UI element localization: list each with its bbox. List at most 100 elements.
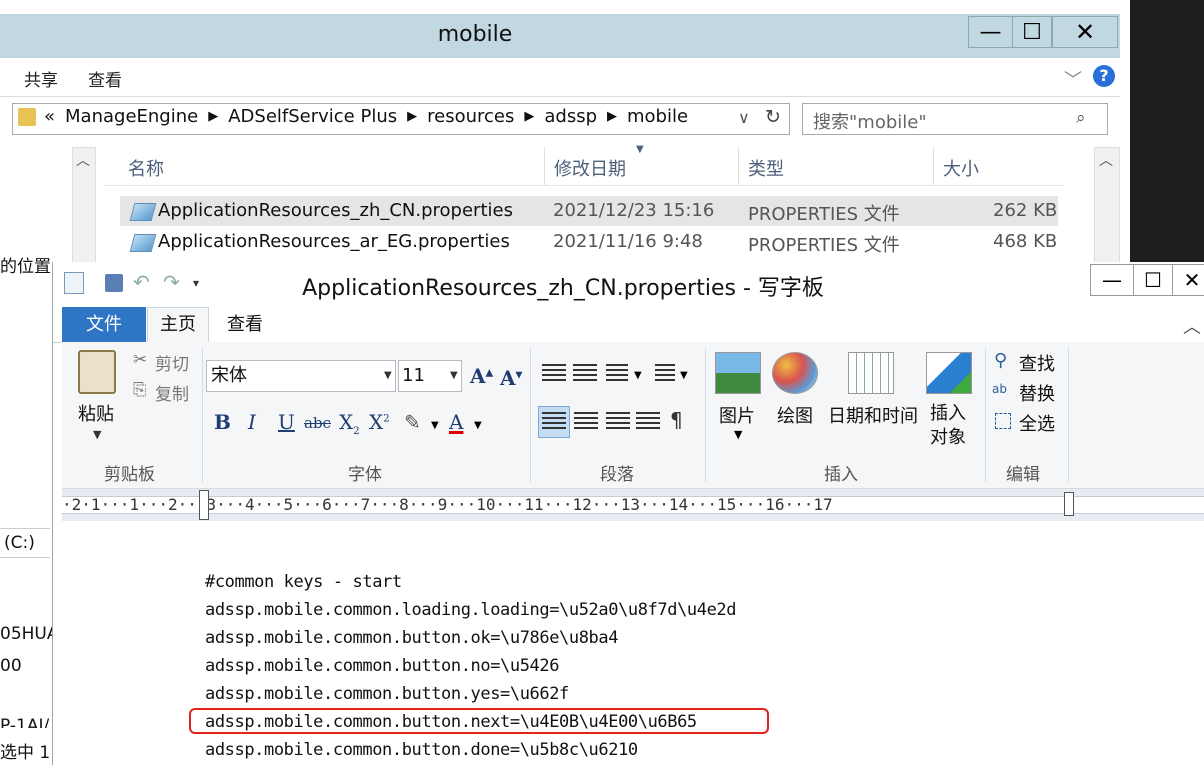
select-all-button[interactable]: 全选: [1019, 410, 1055, 436]
find-button[interactable]: 查找: [1019, 350, 1055, 376]
grow-font-icon[interactable]: A▲: [470, 364, 493, 388]
wordpad-maximize-button[interactable]: ☐: [1133, 264, 1173, 296]
document-line[interactable]: adssp.mobile.common.loading.loading=\u52…: [205, 596, 736, 624]
breadcrumb-item-adssp[interactable]: adssp: [544, 106, 597, 127]
chevron-down-icon[interactable]: ▼: [431, 420, 439, 431]
chevron-down-icon[interactable]: ▼: [450, 370, 458, 381]
binoculars-icon[interactable]: ⚲: [994, 350, 1007, 371]
document-line[interactable]: #common keys - start: [205, 568, 736, 596]
insert-object-icon[interactable]: [926, 352, 972, 394]
chevron-down-icon[interactable]: ▼: [680, 370, 688, 381]
column-divider[interactable]: [933, 147, 934, 185]
scissors-icon[interactable]: ✂: [133, 350, 147, 370]
tab-file[interactable]: 文件: [62, 307, 146, 342]
select-all-icon[interactable]: [995, 413, 1011, 429]
align-right-icon[interactable]: [606, 412, 630, 432]
tab-share[interactable]: 共享: [24, 66, 58, 91]
subscript-icon[interactable]: X2: [339, 410, 360, 437]
breadcrumb-item-mobile[interactable]: mobile: [627, 106, 688, 127]
picture-icon[interactable]: [715, 352, 761, 394]
document-line[interactable]: adssp.mobile.common.button.yes=\u662f: [205, 680, 736, 708]
chevron-down-icon[interactable]: ▼: [734, 428, 742, 441]
bold-icon[interactable]: B: [214, 410, 231, 434]
scroll-up-icon[interactable]: ︿: [76, 150, 90, 170]
underline-icon[interactable]: U: [278, 410, 295, 434]
wordpad-close-button[interactable]: ✕: [1172, 264, 1204, 296]
tab-view[interactable]: 查看: [88, 66, 122, 91]
paragraph-icon[interactable]: ¶: [670, 408, 683, 432]
chevron-right-icon[interactable]: ▶: [524, 109, 534, 124]
align-center-icon[interactable]: [574, 412, 598, 432]
column-divider[interactable]: [738, 147, 739, 185]
align-left-icon[interactable]: [542, 412, 566, 432]
chevron-down-icon[interactable]: ▼: [474, 420, 482, 431]
scroll-up-icon[interactable]: ︿: [1099, 150, 1113, 170]
chevron-down-icon[interactable]: ﹀: [1064, 66, 1082, 92]
increase-indent-icon[interactable]: [573, 364, 597, 384]
wordpad-minimize-button[interactable]: —: [1090, 264, 1134, 296]
highlight-color-icon[interactable]: ✎: [404, 410, 421, 434]
file-name[interactable]: ApplicationResources_zh_CN.properties: [158, 200, 513, 221]
paint-icon[interactable]: [772, 352, 818, 394]
cut-button[interactable]: 剪切: [155, 350, 189, 375]
right-indent-marker[interactable]: [1064, 492, 1074, 516]
document-line[interactable]: adssp.mobile.common.button.ok=\u786e\u8b…: [205, 624, 736, 652]
help-icon[interactable]: ?: [1093, 65, 1115, 87]
bullets-icon[interactable]: [606, 364, 628, 384]
italic-icon[interactable]: I: [248, 410, 256, 434]
document-text[interactable]: #common keys - start adssp.mobile.common…: [205, 568, 736, 764]
insert-object-button[interactable]: 插入对象: [930, 402, 970, 450]
refresh-icon[interactable]: ↻: [765, 106, 781, 128]
nav-pane-item[interactable]: 的位置: [0, 252, 51, 277]
explorer-maximize-button[interactable]: ☐: [1012, 16, 1052, 48]
breadcrumb[interactable]: « ManageEngine ▶ ADSelfService Plus ▶ re…: [44, 106, 688, 127]
insert-datetime-button[interactable]: 日期和时间: [828, 402, 918, 428]
chevron-down-icon[interactable]: ▼: [634, 370, 642, 381]
justify-icon[interactable]: [636, 412, 660, 432]
breadcrumb-item-adselfservice[interactable]: ADSelfService Plus: [228, 106, 397, 127]
chevron-right-icon[interactable]: ▶: [208, 109, 218, 124]
insert-drawing-button[interactable]: 绘图: [777, 402, 813, 428]
strikethrough-icon[interactable]: abc: [304, 414, 331, 432]
tab-view[interactable]: 查看: [215, 307, 275, 342]
tab-home[interactable]: 主页: [147, 307, 209, 342]
paste-dropdown-icon[interactable]: ▼: [93, 428, 101, 441]
breadcrumb-item-resources[interactable]: resources: [427, 106, 514, 127]
chevron-right-icon[interactable]: ▶: [407, 109, 417, 124]
nav-pane-item[interactable]: P-1AI/: [0, 716, 49, 728]
chevron-right-icon[interactable]: ▶: [607, 109, 617, 124]
explorer-minimize-button[interactable]: —: [968, 16, 1013, 48]
left-indent-marker[interactable]: [199, 490, 209, 520]
ribbon-collapse-icon[interactable]: ︿: [1183, 313, 1201, 339]
decrease-indent-icon[interactable]: [542, 364, 566, 384]
document-line[interactable]: adssp.mobile.common.button.done=\u5b8c\u…: [205, 736, 736, 764]
shrink-font-icon[interactable]: A▼: [500, 366, 522, 390]
column-name[interactable]: 名称: [128, 155, 164, 181]
nav-pane-drive[interactable]: (C:): [0, 528, 50, 558]
replace-icon[interactable]: ab: [992, 382, 1007, 396]
copy-icon[interactable]: ⎘: [133, 380, 147, 400]
paste-icon[interactable]: [78, 350, 116, 394]
nav-pane-item[interactable]: 00: [0, 656, 22, 676]
line-spacing-icon[interactable]: [655, 364, 675, 384]
font-color-icon[interactable]: A: [449, 410, 463, 434]
column-type[interactable]: 类型: [748, 155, 784, 181]
chevron-down-icon[interactable]: ▼: [384, 370, 392, 381]
column-size[interactable]: 大小: [943, 155, 979, 181]
address-history-icon[interactable]: ∨: [738, 108, 750, 127]
file-name[interactable]: ApplicationResources_ar_EG.properties: [158, 231, 510, 252]
superscript-icon[interactable]: X2: [369, 410, 390, 434]
nav-pane-item[interactable]: 05HUA: [0, 624, 59, 644]
explorer-close-button[interactable]: ✕: [1052, 16, 1118, 48]
calendar-icon[interactable]: [848, 352, 894, 394]
document-line[interactable]: adssp.mobile.common.button.no=\u5426: [205, 652, 736, 680]
column-modified[interactable]: 修改日期: [554, 155, 626, 181]
column-divider[interactable]: [544, 147, 545, 185]
replace-button[interactable]: 替换: [1019, 380, 1055, 406]
paste-button[interactable]: 粘贴: [78, 400, 114, 426]
insert-picture-button[interactable]: 图片: [719, 402, 755, 428]
font-family-select[interactable]: 宋体: [206, 360, 396, 392]
copy-button[interactable]: 复制: [155, 380, 189, 405]
search-icon[interactable]: ⌕: [1076, 108, 1086, 128]
breadcrumb-overflow[interactable]: «: [44, 106, 55, 127]
